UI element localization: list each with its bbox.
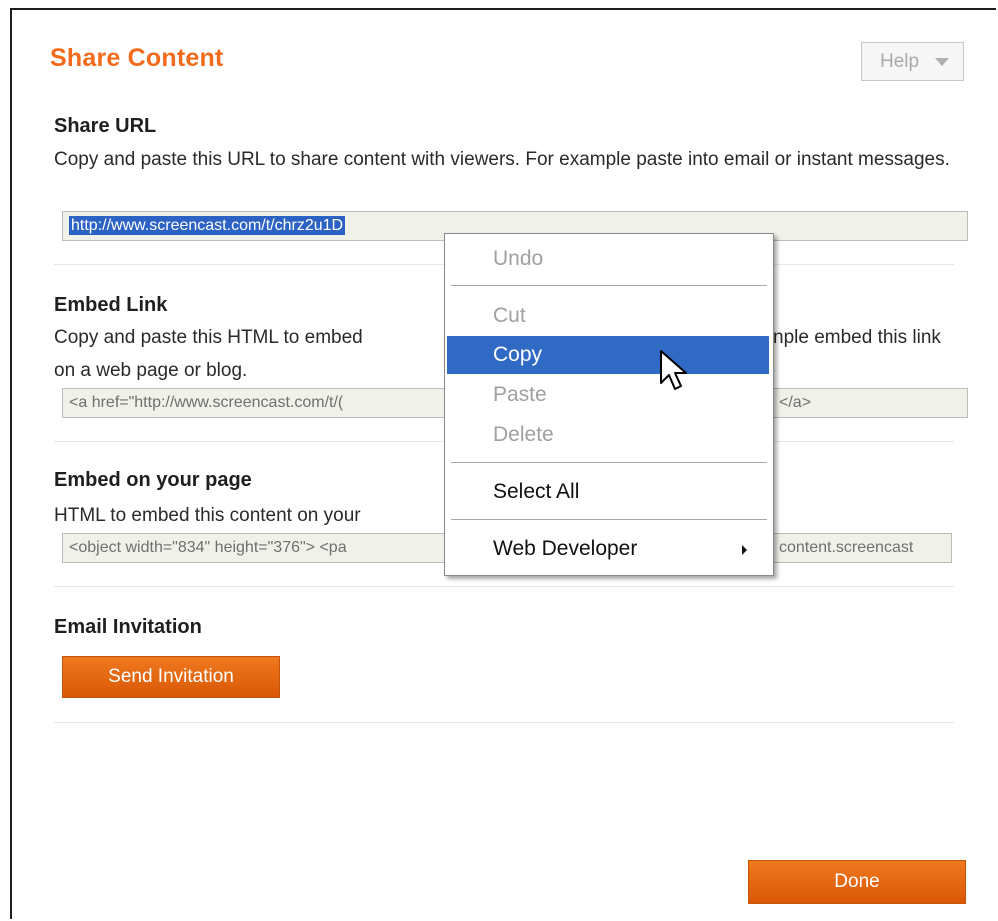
menu-item-paste[interactable]: Paste	[447, 376, 769, 414]
menu-item-label: Select All	[493, 480, 580, 503]
embed-page-value-tail: content.screencast	[779, 539, 914, 556]
menu-separator	[451, 462, 767, 464]
menu-separator	[451, 519, 767, 521]
done-button[interactable]: Done	[748, 860, 966, 904]
section-divider	[54, 586, 954, 587]
dialog-title: Share Content	[50, 44, 224, 72]
menu-item-label: Undo	[493, 247, 544, 270]
menu-item-undo[interactable]: Undo	[447, 240, 769, 278]
menu-separator	[451, 285, 767, 287]
menu-item-cut[interactable]: Cut	[447, 297, 769, 335]
send-invitation-button[interactable]: Send Invitation	[62, 656, 280, 698]
embed-page-heading: Embed on your page	[54, 469, 252, 491]
submenu-arrow-icon	[742, 545, 747, 555]
menu-item-select-all[interactable]: Select All	[447, 473, 769, 511]
embed-link-description: Copy and paste this HTML to embed	[54, 327, 363, 348]
menu-item-label: Paste	[493, 383, 547, 406]
embed-link-heading: Embed Link	[54, 294, 168, 316]
share-url-description: Copy and paste this URL to share content…	[54, 149, 950, 170]
menu-item-delete[interactable]: Delete	[447, 416, 769, 454]
context-menu: Undo Cut Copy Paste Delete Select All We…	[444, 233, 774, 576]
chevron-down-icon	[935, 58, 949, 66]
menu-item-label: Cut	[493, 304, 526, 327]
mouse-cursor-icon	[660, 350, 687, 390]
menu-item-copy[interactable]: Copy	[447, 336, 769, 374]
embed-link-value-tail: </a>	[779, 394, 812, 411]
help-label: Help	[880, 51, 920, 72]
embed-page-description: HTML to embed this content on your	[54, 505, 361, 526]
embed-link-value: <a href="http://www.screencast.com/t/(	[69, 394, 344, 411]
help-button[interactable]: Help	[861, 42, 964, 81]
menu-item-label: Delete	[493, 423, 554, 446]
embed-link-description-tail: nple embed this link	[773, 327, 941, 348]
share-url-heading: Share URL	[54, 115, 157, 137]
menu-item-web-developer[interactable]: Web Developer	[447, 530, 769, 568]
menu-item-label: Copy	[493, 343, 543, 366]
email-heading: Email Invitation	[54, 616, 202, 638]
embed-page-value: <object width="834" height="376"> <pa	[69, 539, 347, 556]
share-url-value: http://www.screencast.com/t/chrz2u1D	[69, 216, 346, 235]
menu-item-label: Web Developer	[493, 537, 638, 560]
section-divider	[54, 722, 954, 723]
